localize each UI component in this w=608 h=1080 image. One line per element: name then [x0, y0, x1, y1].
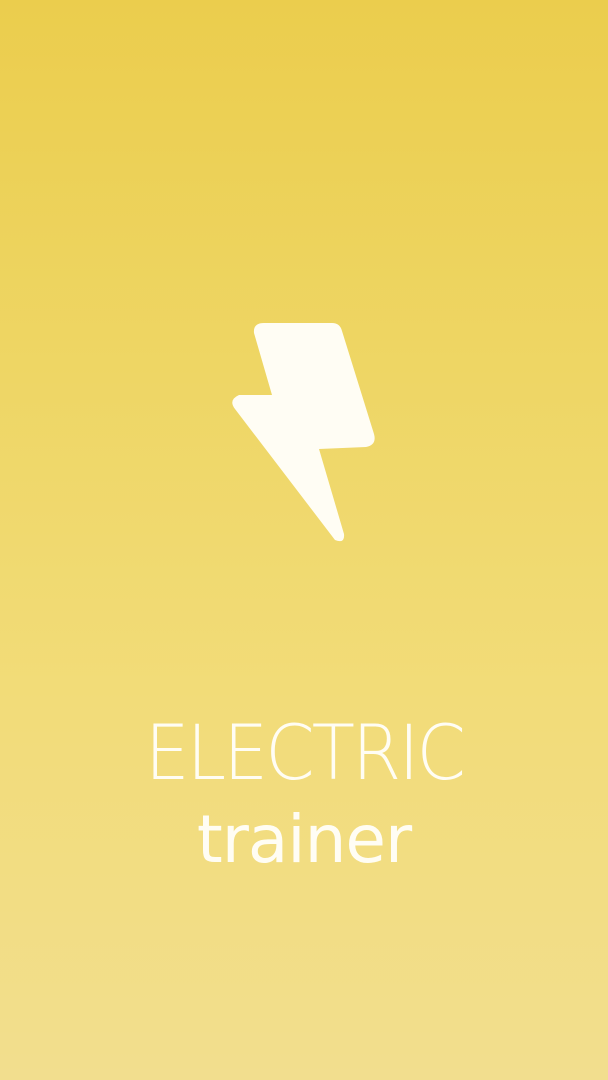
electric-trainer-splash-screen: ELECTRIC trainer	[0, 0, 608, 1080]
page-subtitle: trainer	[196, 801, 412, 878]
lightning-bolt-icon	[226, 318, 382, 546]
page-title: ELECTRIC	[144, 708, 466, 797]
